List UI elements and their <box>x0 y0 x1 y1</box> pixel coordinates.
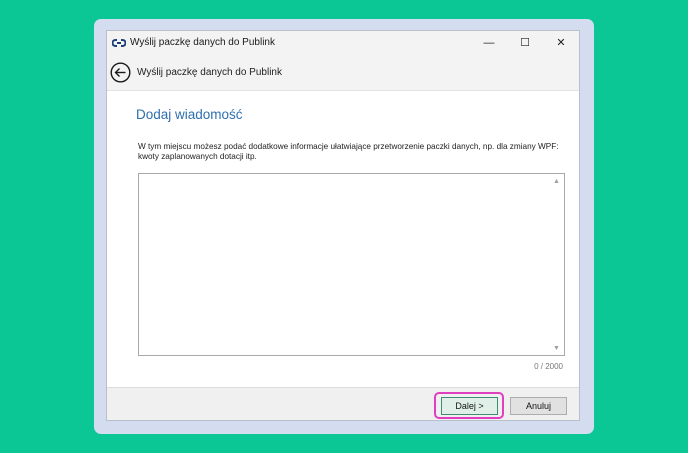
button-bar: Dalej > Anuluj <box>107 387 579 420</box>
next-button[interactable]: Dalej > <box>441 397 498 415</box>
message-field-container: ▲ ▼ <box>138 173 565 356</box>
nav-title: Wyślij paczkę danych do Publink <box>137 66 282 78</box>
close-button[interactable]: ✕ <box>543 31 579 54</box>
back-arrow-icon <box>110 61 131 83</box>
description-text: W tym miejscu możesz podać dodatkowe inf… <box>138 142 559 161</box>
section-title: Dodaj wiadomość <box>136 107 243 122</box>
back-button[interactable] <box>110 61 131 83</box>
window-controls: — ☐ ✕ <box>471 31 579 54</box>
link-icon <box>112 36 126 50</box>
scroll-down-icon[interactable]: ▼ <box>549 342 564 354</box>
dialog-window: Wyślij paczkę danych do Publink — ☐ ✕ Wy… <box>106 30 580 421</box>
maximize-button[interactable]: ☐ <box>507 31 543 54</box>
character-counter: 0 / 2000 <box>534 362 563 371</box>
cancel-button[interactable]: Anuluj <box>510 397 567 415</box>
window-title: Wyślij paczkę danych do Publink <box>130 37 275 48</box>
minimize-button[interactable]: — <box>471 31 507 54</box>
content-area: Dodaj wiadomość W tym miejscu możesz pod… <box>107 92 579 387</box>
scroll-up-icon[interactable]: ▲ <box>549 175 564 187</box>
message-textarea[interactable] <box>139 174 549 355</box>
navigation-bar: Wyślij paczkę danych do Publink <box>107 54 579 91</box>
vertical-scrollbar[interactable]: ▲ ▼ <box>549 174 564 355</box>
title-bar: Wyślij paczkę danych do Publink — ☐ ✕ <box>107 31 579 54</box>
